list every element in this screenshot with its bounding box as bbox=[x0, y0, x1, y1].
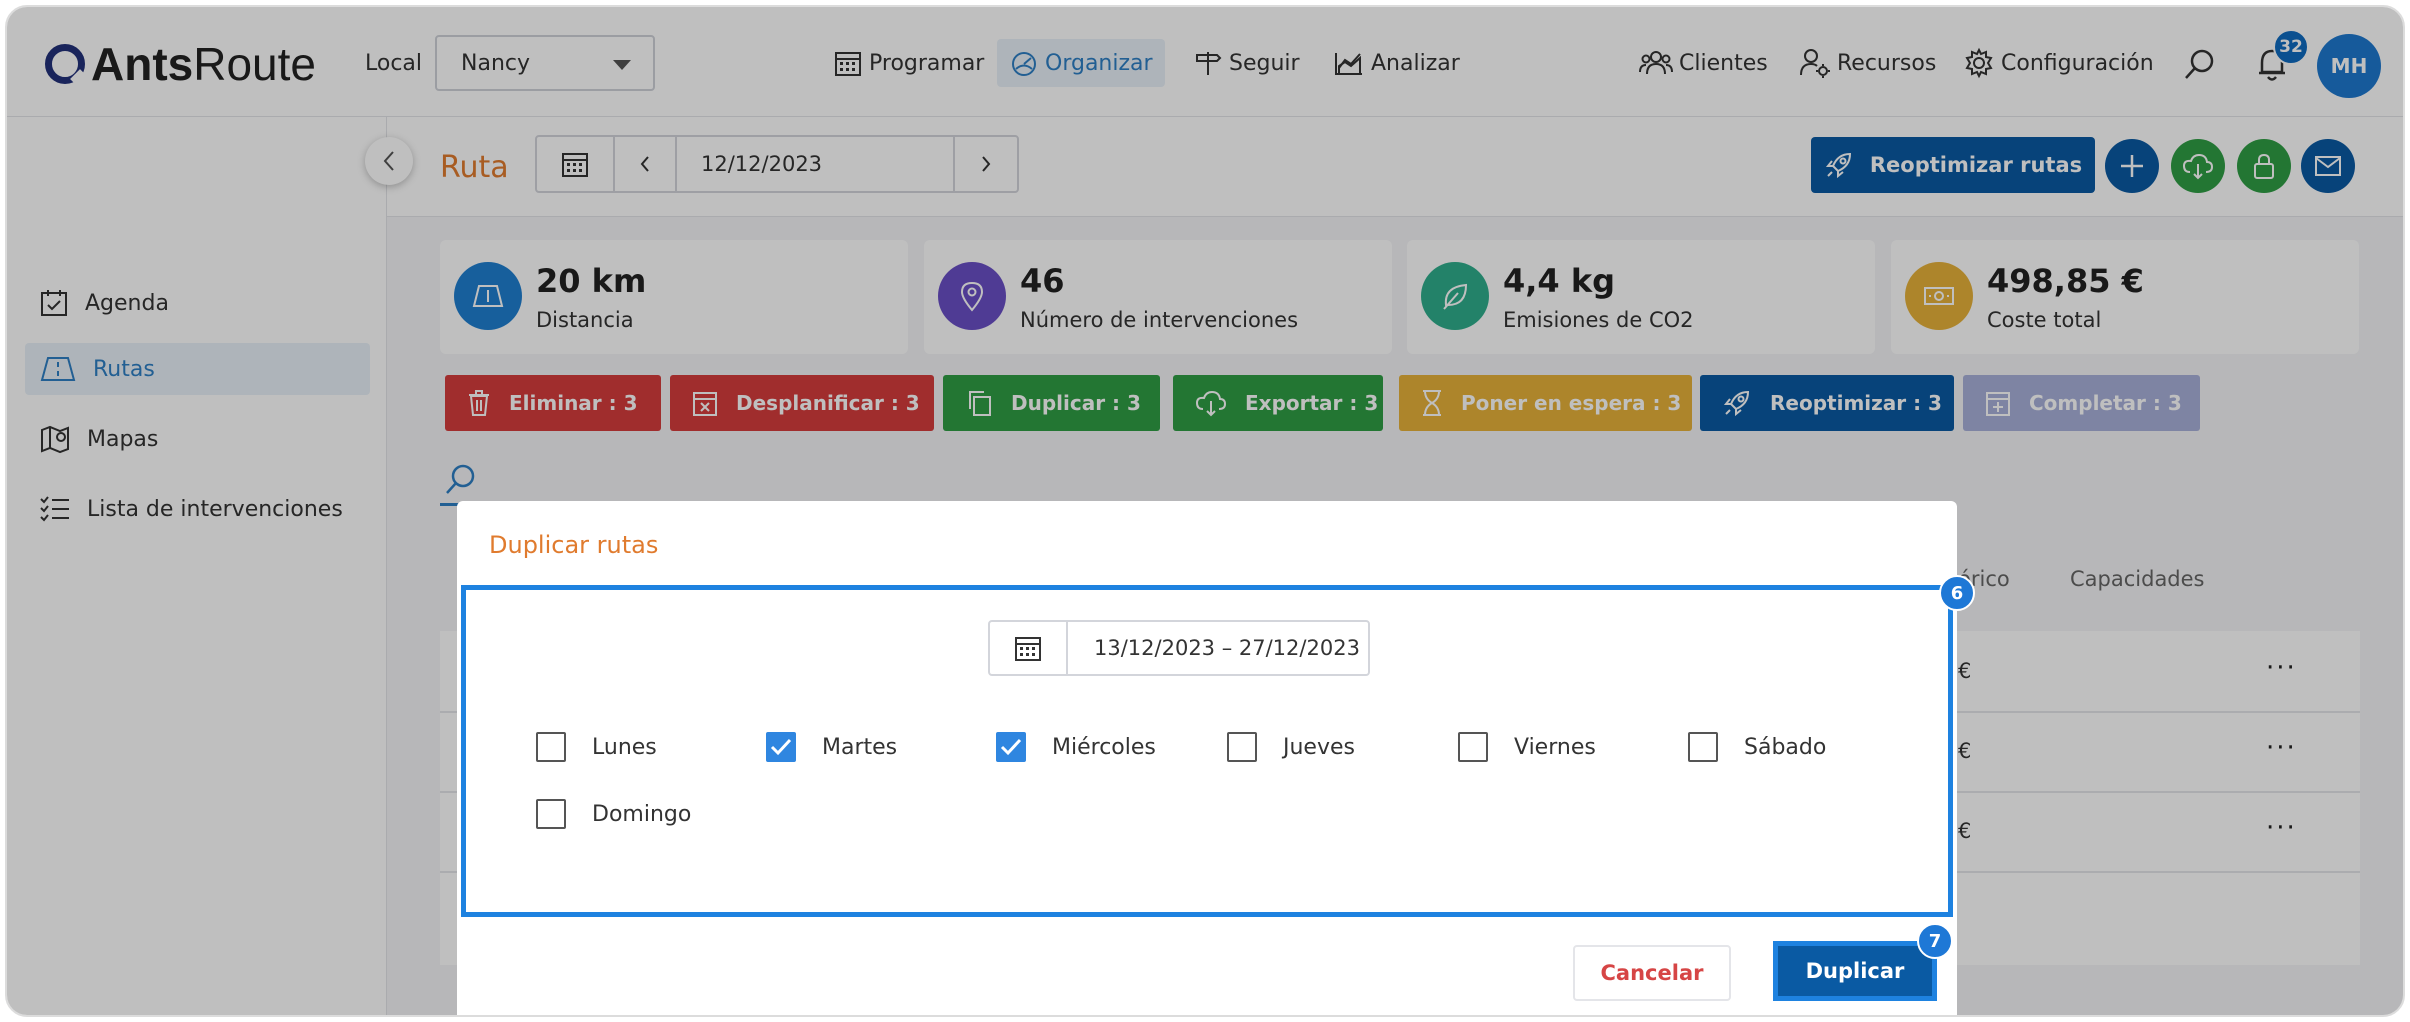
date-range-field[interactable]: 13/12/2023 – 27/12/2023 bbox=[1068, 622, 1368, 674]
app-window: AntsRoute Local Nancy Programar Organiza… bbox=[5, 5, 2405, 1017]
cancel-button[interactable]: Cancelar bbox=[1573, 945, 1731, 1001]
checkbox-martes[interactable]: Martes bbox=[766, 732, 897, 762]
step-badge: 6 bbox=[1939, 575, 1975, 611]
checkbox-lunes[interactable]: Lunes bbox=[536, 732, 657, 762]
checkbox-sabado[interactable]: Sábado bbox=[1688, 732, 1826, 762]
checkbox-box[interactable] bbox=[536, 799, 566, 829]
date-range-picker[interactable]: 13/12/2023 – 27/12/2023 bbox=[988, 620, 1370, 676]
dialog-title: Duplicar rutas bbox=[489, 531, 659, 559]
checkbox-jueves[interactable]: Jueves bbox=[1227, 732, 1355, 762]
checkbox-viernes[interactable]: Viernes bbox=[1458, 732, 1596, 762]
dialog-body-highlight: 13/12/2023 – 27/12/2023 Lunes Martes Mié… bbox=[461, 585, 1953, 917]
checkbox-box-checked[interactable] bbox=[996, 732, 1026, 762]
checkbox-box[interactable] bbox=[1688, 732, 1718, 762]
duplicate-routes-dialog: Duplicar rutas 13/12/2023 – 27/12/2023 L… bbox=[457, 501, 1975, 1015]
checkbox-box[interactable] bbox=[1227, 732, 1257, 762]
calendar-icon[interactable] bbox=[990, 622, 1068, 674]
checkbox-box[interactable] bbox=[1458, 732, 1488, 762]
step-badge: 7 bbox=[1917, 923, 1953, 959]
duplicate-button-highlight: Duplicar bbox=[1773, 941, 1937, 1001]
checkbox-box[interactable] bbox=[536, 732, 566, 762]
check-icon bbox=[1000, 738, 1022, 756]
check-icon bbox=[770, 738, 792, 756]
duplicate-button[interactable]: Duplicar bbox=[1778, 946, 1932, 996]
checkbox-box-checked[interactable] bbox=[766, 732, 796, 762]
checkbox-miercoles[interactable]: Miércoles bbox=[996, 732, 1156, 762]
checkbox-domingo[interactable]: Domingo bbox=[536, 799, 691, 829]
